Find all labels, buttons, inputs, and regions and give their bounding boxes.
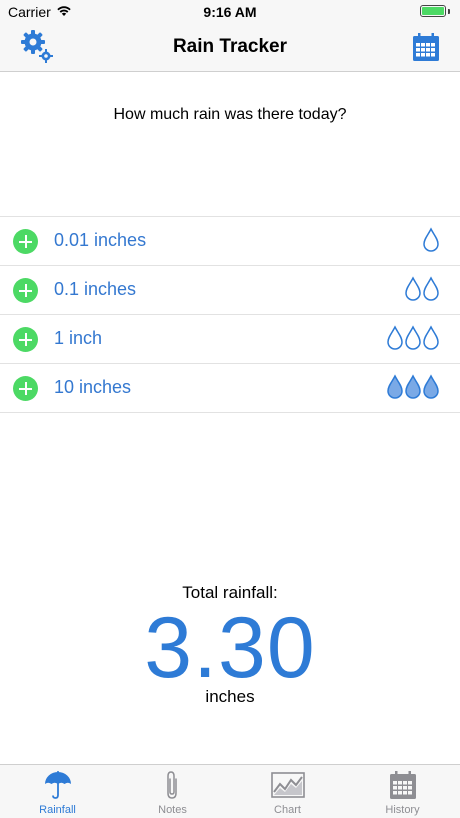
status-bar: Carrier 9:16 AM [0,0,460,24]
tab-rainfall[interactable]: Rainfall [0,765,115,818]
raindrop-icon [387,374,403,399]
clock-time: 9:16 AM [203,4,257,20]
navigation-bar: Rain Tracker [0,24,460,72]
umbrella-icon [41,770,75,800]
raindrop-icon [423,374,439,399]
calendar-icon [386,770,420,800]
add-rain-row[interactable]: 0.01 inches [0,217,460,266]
amount-label: 0.1 inches [54,279,137,299]
page-title: Rain Tracker [172,36,288,57]
amount-label: 1 inch [54,328,103,348]
raindrop-icons [422,227,440,255]
tab-bar: Rainfall Notes Chart History [0,764,460,818]
chart-icon [270,770,305,800]
raindrop-icon [423,227,439,252]
raindrop-icons [404,276,440,304]
add-rain-row[interactable]: 10 inches [0,364,460,413]
rain-amount-list: 0.01 inches 0.1 inches 1 inch 10 inches [0,216,460,413]
paperclip-icon [156,770,190,800]
calendar-button[interactable] [412,32,440,62]
amount-label: 10 inches [54,377,132,397]
rain-question: How much rain was there today? [113,106,347,123]
raindrop-icons [386,374,440,402]
amount-label: 0.01 inches [54,230,147,250]
tab-chart[interactable]: Chart [230,765,345,818]
add-rain-row[interactable]: 1 inch [0,315,460,364]
add-icon[interactable] [13,327,38,352]
tab-label: Chart [274,804,301,816]
tab-notes[interactable]: Notes [115,765,230,818]
battery-icon [420,5,446,17]
calendar-icon [413,33,439,61]
total-rainfall-unit: inches [205,687,255,706]
add-rain-row[interactable]: 0.1 inches [0,266,460,315]
raindrop-icon [387,325,403,350]
raindrop-icon [405,374,421,399]
raindrop-icon [423,325,439,350]
tab-label: History [385,804,420,816]
raindrop-icon [423,276,439,301]
total-rainfall-value: 3.30 [144,600,316,696]
add-icon[interactable] [13,229,38,254]
rain-tracker-screen: Carrier 9:16 AM Rain Tracker How much ra… [0,0,460,818]
add-icon[interactable] [13,278,38,303]
tab-label: Rainfall [39,804,76,816]
battery-tip [448,9,450,14]
raindrop-icons [386,325,440,353]
raindrop-icon [405,276,421,301]
tab-label: Notes [158,804,187,816]
add-icon[interactable] [13,376,38,401]
tab-history[interactable]: History [345,765,460,818]
raindrop-icon [405,325,421,350]
